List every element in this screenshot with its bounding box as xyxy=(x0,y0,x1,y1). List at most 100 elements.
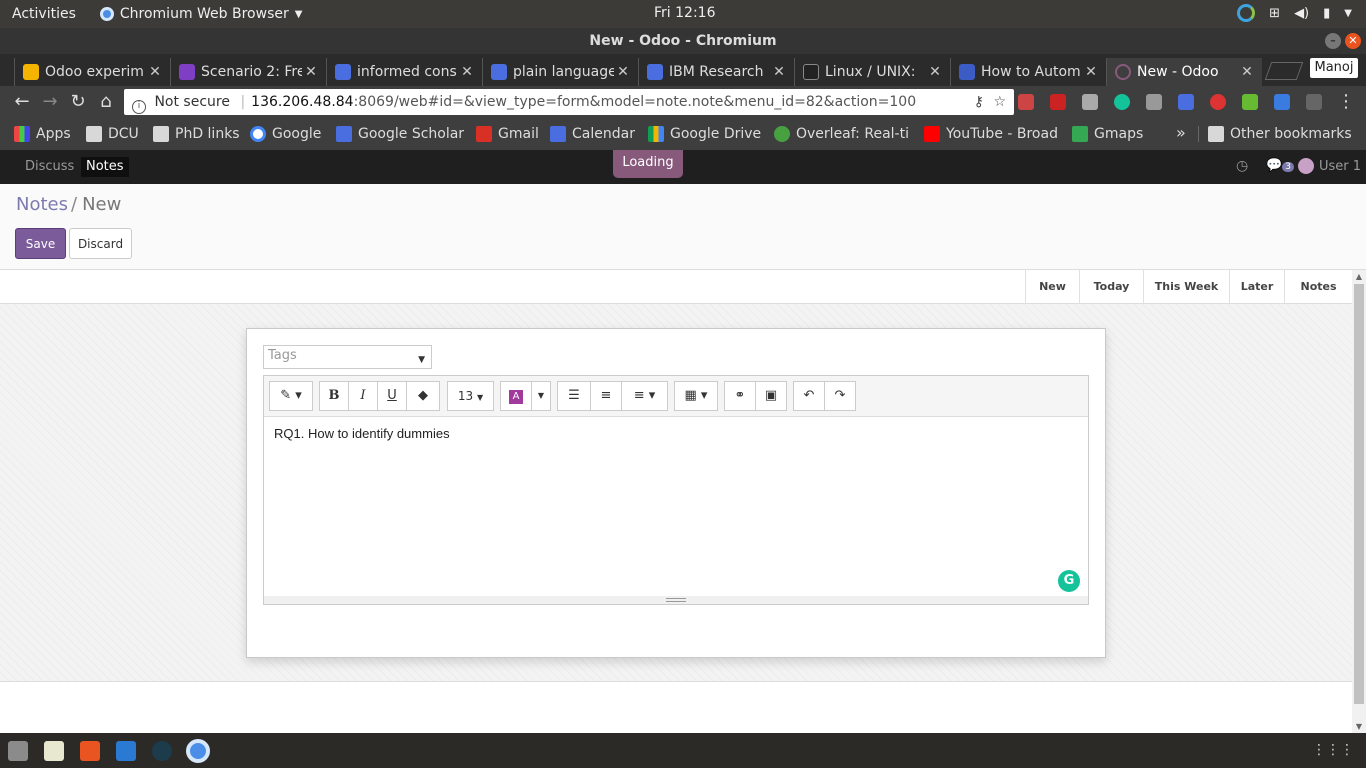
extension-icon[interactable] xyxy=(1050,94,1066,110)
network-icon[interactable]: ⊞ xyxy=(1269,6,1280,21)
address-bar[interactable]: i Not secure | 136.206.48.84:8069/web#id=… xyxy=(124,89,1014,115)
browser-tab-active[interactable]: New - Odoo ✕ xyxy=(1106,58,1262,86)
bold-button[interactable]: B xyxy=(319,381,349,411)
font-color-button[interactable]: A xyxy=(500,381,532,411)
editor-resize-handle[interactable] xyxy=(264,596,1088,604)
stage-this-week[interactable]: This Week xyxy=(1143,270,1229,303)
sync-icon[interactable] xyxy=(1237,4,1256,22)
bookmark-gmail[interactable]: Gmail xyxy=(476,126,539,142)
scroll-up-icon[interactable]: ▲ xyxy=(1352,272,1366,281)
bookmark-star-icon[interactable]: ☆ xyxy=(993,89,1006,115)
security-label[interactable]: Not secure xyxy=(154,94,230,110)
redo-button[interactable]: ↷ xyxy=(824,381,856,411)
stage-later[interactable]: Later xyxy=(1229,270,1284,303)
close-icon[interactable]: ✕ xyxy=(614,64,632,80)
breadcrumb-notes-link[interactable]: Notes xyxy=(16,194,68,215)
browser-tab[interactable]: IBM Research ✕ xyxy=(638,58,794,86)
close-icon[interactable]: ✕ xyxy=(458,64,476,80)
close-icon[interactable]: ✕ xyxy=(1082,64,1100,80)
editor-content[interactable]: RQ1. How to identify dummies xyxy=(274,426,450,441)
browser-tab[interactable]: Odoo experim ✕ xyxy=(14,58,170,86)
extension-icon[interactable] xyxy=(1210,94,1226,110)
image-button[interactable]: ▣ xyxy=(755,381,787,411)
minimize-icon[interactable]: – xyxy=(1325,33,1341,49)
extension-icon[interactable] xyxy=(1082,94,1098,110)
close-icon[interactable]: ✕ xyxy=(146,64,164,80)
close-icon[interactable]: ✕ xyxy=(302,64,320,80)
extension-icon[interactable] xyxy=(1242,94,1258,110)
bookmark-calendar[interactable]: Calendar xyxy=(550,126,635,142)
bookmark-apps[interactable]: Apps xyxy=(14,126,71,142)
grammarly-extension-icon[interactable] xyxy=(1114,94,1130,110)
style-button[interactable]: ✎ ▾ xyxy=(269,381,313,411)
bookmark-dcu[interactable]: DCU xyxy=(86,126,139,142)
close-icon[interactable]: ✕ xyxy=(1238,64,1256,80)
bookmark-youtube[interactable]: YouTube - Broad xyxy=(924,126,1060,142)
link-button[interactable]: ⚭ xyxy=(724,381,756,411)
user-menu[interactable]: User 1 xyxy=(1298,158,1361,174)
bookmark-google-scholar[interactable]: Google Scholar xyxy=(336,126,464,142)
activities-button[interactable]: Activities xyxy=(0,6,88,22)
close-icon[interactable]: ✕ xyxy=(770,64,788,80)
home-icon[interactable]: ⌂ xyxy=(94,90,118,114)
app-icon[interactable] xyxy=(152,741,172,761)
volume-icon[interactable]: ◀) xyxy=(1294,6,1309,21)
extension-icon[interactable] xyxy=(1274,94,1290,110)
bullet-list-button[interactable]: ☰ xyxy=(557,381,591,411)
bookmark-google-drive[interactable]: Google Drive xyxy=(648,126,761,142)
font-size-button[interactable]: 13 ▼ xyxy=(447,381,494,411)
browser-tab[interactable]: How to Autom ✕ xyxy=(950,58,1106,86)
discard-button[interactable]: Discard xyxy=(69,228,132,259)
chromium-dock-icon[interactable] xyxy=(186,739,210,763)
font-color-dropdown[interactable]: ▼ xyxy=(531,381,551,411)
undo-button[interactable]: ↶ xyxy=(793,381,825,411)
ordered-list-button[interactable]: ≡ xyxy=(590,381,622,411)
close-icon[interactable]: ✕ xyxy=(926,64,944,80)
table-button[interactable]: ▦ ▾ xyxy=(674,381,718,411)
scroll-down-icon[interactable]: ▼ xyxy=(1352,722,1366,731)
key-icon[interactable]: ⚷ xyxy=(974,89,984,115)
extension-icon[interactable] xyxy=(1306,94,1322,110)
menu-discuss[interactable]: Discuss xyxy=(20,157,79,177)
stage-new[interactable]: New xyxy=(1025,270,1079,303)
menu-notes[interactable]: Notes xyxy=(81,157,129,177)
browser-tab[interactable]: Linux / UNIX: ✕ xyxy=(794,58,950,86)
stage-today[interactable]: Today xyxy=(1079,270,1143,303)
new-tab-button[interactable] xyxy=(1264,62,1304,80)
extension-icon[interactable] xyxy=(1018,94,1034,110)
vscode-icon[interactable] xyxy=(116,741,136,761)
window-titlebar[interactable]: New - Odoo - Chromium – ✕ xyxy=(0,28,1366,54)
back-icon[interactable]: ← xyxy=(10,90,34,114)
underline-button[interactable]: U xyxy=(377,381,407,411)
extension-icon[interactable] xyxy=(1146,94,1162,110)
paragraph-button[interactable]: ≡ ▾ xyxy=(621,381,668,411)
chevron-down-icon[interactable]: ▼ xyxy=(1344,8,1352,19)
messages-icon[interactable]: 💬 3 xyxy=(1266,158,1294,173)
bookmark-gmaps[interactable]: Gmaps xyxy=(1072,126,1143,142)
app-menu[interactable]: Chromium Web Browser ▼ xyxy=(88,6,302,22)
stage-notes[interactable]: Notes xyxy=(1284,270,1352,303)
show-apps-icon[interactable]: ⋮⋮⋮ xyxy=(1312,742,1354,758)
other-bookmarks[interactable]: Other bookmarks xyxy=(1208,126,1352,142)
tags-field[interactable]: Tags ▼ xyxy=(263,345,432,369)
reload-icon[interactable]: ↻ xyxy=(66,90,90,114)
browser-tab[interactable]: plain language ✕ xyxy=(482,58,638,86)
caret-down-icon[interactable]: ▼ xyxy=(418,350,425,370)
system-tray[interactable]: ⊞ ◀) ▮ ▼ xyxy=(1237,4,1352,22)
browser-tab[interactable]: Scenario 2: Fre ✕ xyxy=(170,58,326,86)
clock[interactable]: Fri 12:16 xyxy=(654,5,715,21)
forward-icon[interactable]: → xyxy=(38,90,62,114)
clear-format-button[interactable]: ◆ xyxy=(406,381,440,411)
close-window-icon[interactable]: ✕ xyxy=(1345,33,1361,49)
italic-button[interactable]: I xyxy=(348,381,378,411)
profile-button[interactable]: Manoj xyxy=(1310,58,1358,78)
grammarly-icon[interactable]: G xyxy=(1058,570,1080,592)
info-icon[interactable]: i xyxy=(132,100,146,114)
bookmarks-overflow-button[interactable]: » xyxy=(1176,123,1186,142)
files-icon[interactable] xyxy=(8,741,28,761)
bookmark-google[interactable]: Google xyxy=(250,126,321,142)
software-center-icon[interactable] xyxy=(80,741,100,761)
scrollbar-thumb[interactable] xyxy=(1354,284,1364,704)
page-scrollbar[interactable]: ▲ ▼ xyxy=(1352,270,1366,733)
activity-clock-icon[interactable]: ◷ xyxy=(1236,158,1248,174)
